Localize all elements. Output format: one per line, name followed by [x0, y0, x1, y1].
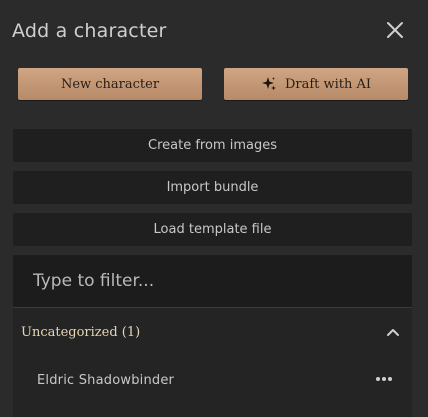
- more-icon[interactable]: [375, 376, 393, 382]
- filter-input[interactable]: [13, 255, 412, 308]
- character-name: Eldric Shadowbinder: [37, 372, 175, 388]
- group-header-uncategorized[interactable]: Uncategorized (1): [13, 317, 412, 347]
- create-from-images-button[interactable]: Create from images: [13, 129, 412, 162]
- load-template-file-label: Load template file: [153, 222, 272, 237]
- group-label: Uncategorized (1): [21, 324, 141, 340]
- import-bundle-label: Import bundle: [166, 180, 259, 195]
- draft-with-ai-button[interactable]: Draft with AI: [224, 68, 408, 100]
- chevron-up-icon[interactable]: [386, 326, 400, 338]
- list-item[interactable]: Eldric Shadowbinder: [13, 367, 412, 393]
- new-character-button[interactable]: New character: [18, 68, 202, 100]
- close-icon: [387, 22, 403, 38]
- import-bundle-button[interactable]: Import bundle: [13, 171, 412, 204]
- close-button[interactable]: [384, 19, 406, 41]
- add-character-dialog: Add a character New character Draft with…: [0, 0, 428, 417]
- create-from-images-label: Create from images: [148, 138, 277, 153]
- draft-with-ai-label: Draft with AI: [284, 76, 372, 92]
- load-template-file-button[interactable]: Load template file: [13, 213, 412, 246]
- new-character-label: New character: [60, 76, 160, 92]
- sparkle-icon: [261, 77, 276, 91]
- dialog-title: Add a character: [12, 20, 167, 42]
- character-list-panel: Uncategorized (1) Eldric Shadowbinder: [13, 255, 412, 417]
